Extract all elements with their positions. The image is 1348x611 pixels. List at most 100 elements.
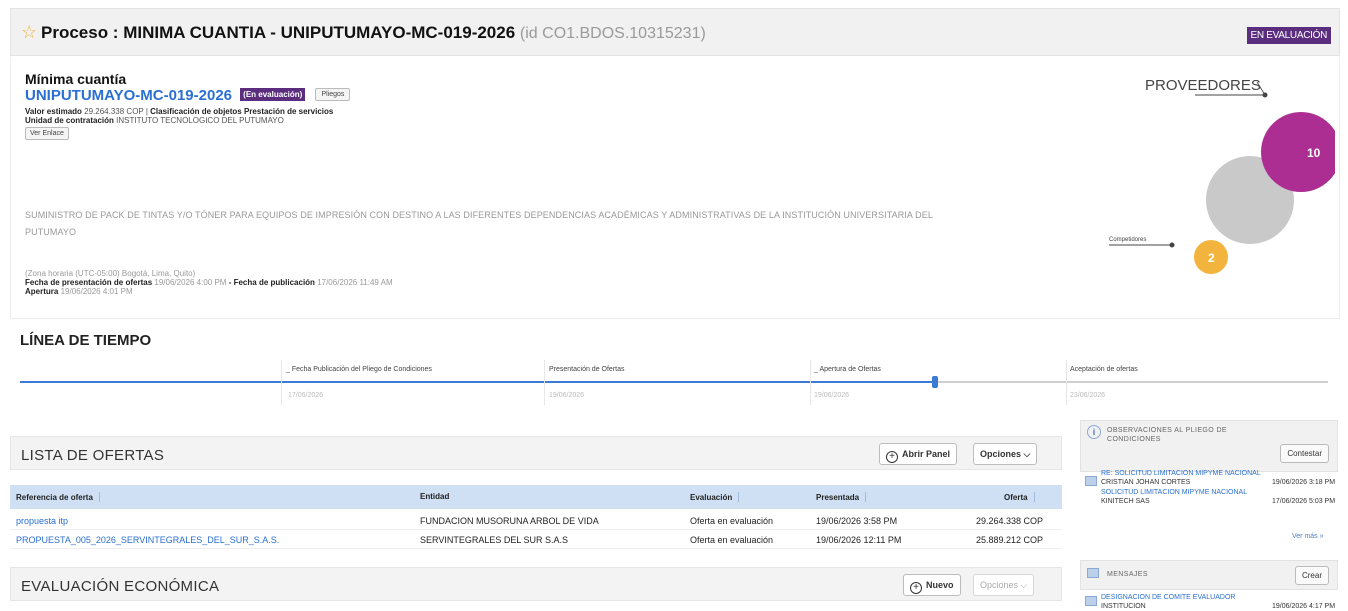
observations-title: OBSERVACIONES AL PLIEGO DE CONDICIONES xyxy=(1107,426,1227,444)
sort-icon[interactable] xyxy=(865,492,871,502)
apertura-label: Apertura xyxy=(25,287,59,296)
fecha-publicacion-label: Fecha de publicación xyxy=(233,278,315,287)
process-title-text: Proceso : MINIMA CUANTIA - UNIPUTUMAYO-M… xyxy=(41,23,516,42)
see-more-link[interactable]: Ver más » xyxy=(1292,533,1324,540)
message-author: INSTITUCION xyxy=(1101,603,1146,610)
col-evaluacion-label: Evaluación xyxy=(690,493,733,502)
ver-enlace-button[interactable]: Ver Enlace xyxy=(25,127,69,140)
open-panel-button[interactable]: + Abrir Panel xyxy=(879,443,958,465)
value-classification-line: Valor estimado 29.264.338 COP | Clasific… xyxy=(25,107,333,116)
new-evaluation-button[interactable]: + Nuevo xyxy=(903,574,961,596)
competitors-count: 2 xyxy=(1208,251,1215,265)
process-title: Proceso : MINIMA CUANTIA - UNIPUTUMAYO-M… xyxy=(41,23,706,43)
offer-evaluation: Oferta en evaluación xyxy=(690,535,774,545)
apertura-value: 19/06/2026 4:01 PM xyxy=(60,287,133,296)
dates-line: Fecha de presentación de ofertas 19/06/2… xyxy=(25,278,393,287)
chevron-down-icon: ⌵ xyxy=(1023,449,1031,459)
fecha-presentacion-label: Fecha de presentación de ofertas xyxy=(25,278,153,287)
sort-icon[interactable] xyxy=(98,492,105,502)
observation-author: KINITECH SAS xyxy=(1101,498,1150,505)
offer-evaluation: Oferta en evaluación xyxy=(690,516,774,526)
col-presentada[interactable]: Presentada xyxy=(816,492,871,502)
observation-subject-link[interactable]: RE: SOLICITUD LIMITACION MIPYME NACIONAL xyxy=(1101,470,1261,477)
offers-table-header: Referencia de oferta Entidad Evaluación … xyxy=(10,485,1062,509)
modality-label: Mínima cuantía xyxy=(25,71,127,87)
fecha-presentacion-value: 19/06/2026 4:00 PM xyxy=(154,278,227,287)
reply-button[interactable]: Contestar xyxy=(1280,444,1329,463)
offer-amount: 25.889.212 COP xyxy=(976,535,1044,545)
observation-author: CRISTIAN JOHAN CORTES xyxy=(1101,479,1191,486)
competitors-leader-dot xyxy=(1169,242,1175,248)
timeline-progress xyxy=(20,381,936,383)
timeline-tick xyxy=(544,360,545,405)
observation-subject-link[interactable]: SOLICITUD LIMITACION MIPYME NACIONAL xyxy=(1101,489,1247,496)
providers-chart: 10 2 Competidores xyxy=(1109,81,1335,274)
plus-circle-icon: + xyxy=(886,451,898,463)
timeline-stage-2-date: 19/06/2026 xyxy=(814,392,850,399)
col-presentada-label: Presentada xyxy=(816,493,860,502)
message-subject-link[interactable]: DESIGNACION DE COMITE EVALUADOR xyxy=(1101,594,1235,601)
observations-panel: i OBSERVACIONES AL PLIEGO DE CONDICIONES… xyxy=(1080,420,1338,472)
process-summary: Mínima cuantía UNIPUTUMAYO-MC-019-2026 (… xyxy=(10,57,1340,319)
message-date: 19/06/2026 4:17 PM xyxy=(1272,603,1336,610)
col-oferta[interactable]: Oferta xyxy=(1004,492,1040,502)
timeline-stage-0-label: Fecha Publicación del Pliego de Condicio… xyxy=(291,366,432,373)
timeline-title: LÍNEA DE TIEMPO xyxy=(20,332,152,349)
timeline-marker[interactable] xyxy=(932,376,938,388)
table-row: propuesta itp FUNDACION MUSORUNA ARBOL D… xyxy=(10,512,1062,530)
providers-count: 10 xyxy=(1307,146,1321,160)
pliegos-button[interactable]: Pliegos xyxy=(315,88,351,101)
timeline-stage-label: _ Apertura de Ofertas xyxy=(814,366,881,373)
timeline-stage-3-label: Aceptación de ofertas xyxy=(1070,366,1138,373)
timeline-stage-3-date: 23/06/2026 xyxy=(1070,392,1106,399)
process-header: ☆ Proceso : MINIMA CUANTIA - UNIPUTUMAYO… xyxy=(10,8,1340,56)
sort-icon[interactable] xyxy=(738,492,744,502)
competitors-label: Competidores xyxy=(1109,237,1146,243)
timeline-stage-label: _ Fecha Publicación del Pliego de Condic… xyxy=(286,366,432,373)
clasificacion-label: Clasificación de objetos xyxy=(150,107,242,116)
unit-line: Unidad de contratación INSTITUTO TECNOLO… xyxy=(25,116,284,125)
offer-reference-link[interactable]: propuesta itp xyxy=(16,516,68,526)
sort-icon[interactable] xyxy=(1033,492,1040,502)
message-icon xyxy=(1085,476,1097,486)
offer-entity: FUNDACION MUSORUNA ARBOL DE VIDA xyxy=(420,516,599,526)
timeline-stage-1-label: Presentación de Ofertas xyxy=(549,366,625,373)
process-code: UNIPUTUMAYO-MC-019-2026 (En evaluación) … xyxy=(25,87,351,104)
col-evaluacion[interactable]: Evaluación xyxy=(690,492,744,502)
unidad-label: Unidad de contratación xyxy=(25,116,114,125)
offers-header: LISTA DE OFERTAS + Abrir Panel Opciones ⌵ xyxy=(10,436,1062,470)
col-entidad-label: Entidad xyxy=(420,492,450,501)
apertura-line: Apertura 19/06/2026 4:01 PM xyxy=(25,287,393,296)
info-icon: i xyxy=(1087,425,1101,439)
process-code-link[interactable]: UNIPUTUMAYO-MC-019-2026 xyxy=(25,87,232,104)
process-dates: (Zona horaria (UTC-05:00) Bogotá, Lima, … xyxy=(25,269,393,296)
offers-options-button[interactable]: Opciones ⌵ xyxy=(973,443,1038,465)
open-panel-label: Abrir Panel xyxy=(902,449,951,459)
col-referencia[interactable]: Referencia de oferta xyxy=(16,492,105,502)
create-message-button[interactable]: Crear xyxy=(1294,566,1329,585)
economic-options-label: Opciones xyxy=(980,580,1019,590)
observations-title-line1: OBSERVACIONES AL PLIEGO DE xyxy=(1107,427,1227,434)
offers-title: LISTA DE OFERTAS xyxy=(21,447,165,464)
separator: | xyxy=(145,107,148,116)
timeline-tick xyxy=(810,360,811,405)
timeline-stage-1-date: 19/06/2026 xyxy=(549,392,585,399)
economic-options-button[interactable]: Opciones ⌵ xyxy=(973,574,1035,596)
fecha-publicacion-value: 17/06/2026 11:49 AM xyxy=(317,278,393,287)
economic-evaluation-title: EVALUACIÓN ECONÓMICA xyxy=(21,578,220,595)
clasificacion-value: Prestación de servicios xyxy=(243,107,334,116)
timeline-tick xyxy=(1066,360,1067,405)
messages-icon xyxy=(1087,568,1099,578)
valor-label: Valor estimado xyxy=(25,107,82,116)
unidad-value: INSTITUTO TECNOLOGICO DEL PUTUMAYO xyxy=(116,116,284,125)
new-evaluation-label: Nuevo xyxy=(926,580,954,590)
table-row: PROPUESTA_005_2026_SERVINTEGRALES_DEL_SU… xyxy=(10,531,1062,549)
messages-title: MENSAJES xyxy=(1107,571,1148,578)
timezone-note: (Zona horaria (UTC-05:00) Bogotá, Lima, … xyxy=(25,269,196,278)
star-icon[interactable]: ☆ xyxy=(21,22,37,42)
messages-panel: MENSAJES Crear xyxy=(1080,560,1338,590)
col-entidad[interactable]: Entidad xyxy=(420,492,449,501)
observation-date: 17/06/2026 5:03 PM xyxy=(1272,498,1336,505)
chevron-down-icon: ⌵ xyxy=(1020,580,1028,590)
offer-reference-link[interactable]: PROPUESTA_005_2026_SERVINTEGRALES_DEL_SU… xyxy=(16,535,279,545)
